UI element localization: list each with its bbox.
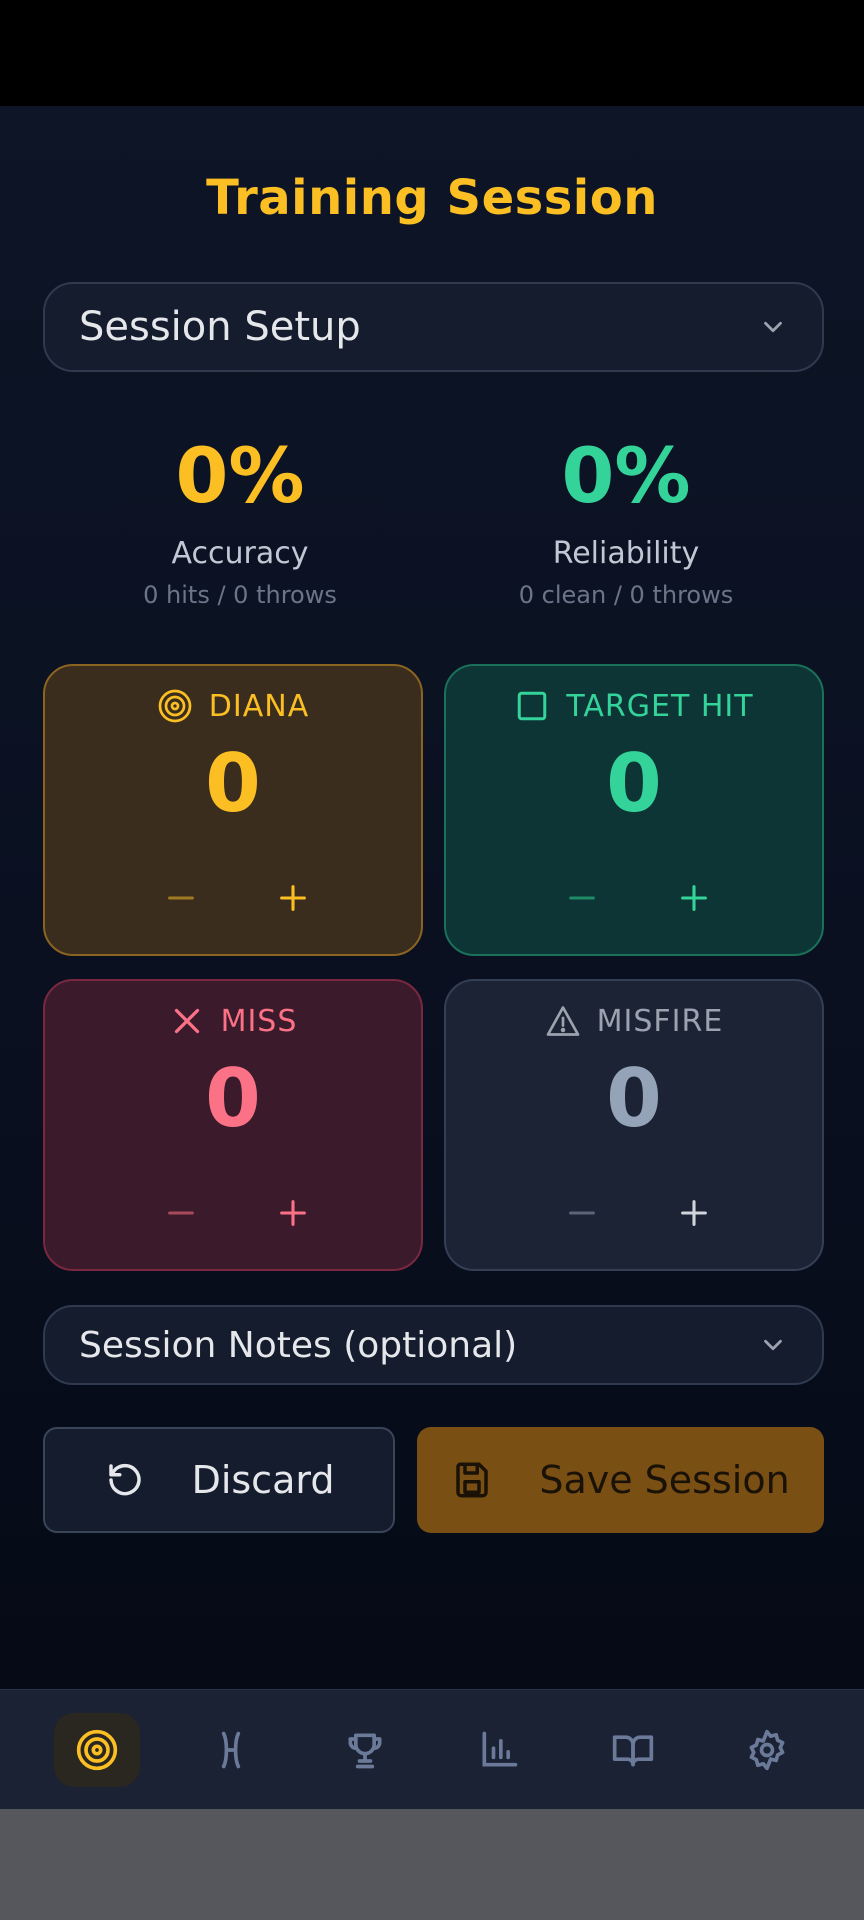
bullseye-icon — [76, 1729, 118, 1770]
bottom-navigation — [0, 1689, 864, 1809]
minus-icon — [569, 1211, 595, 1215]
target-hit-counter-card: TARGET HIT 0 — [444, 664, 824, 956]
plus-icon — [280, 1200, 306, 1226]
session-notes-label: Session Notes (optional) — [79, 1324, 518, 1366]
miss-label: MISS — [220, 1003, 298, 1039]
misfire-count: 0 — [606, 1052, 662, 1145]
status-bar — [0, 0, 864, 106]
nav-guide[interactable] — [590, 1713, 676, 1787]
reliability-label: Reliability — [552, 536, 700, 571]
minus-icon — [569, 896, 595, 900]
square-icon — [518, 691, 547, 721]
plus-icon — [280, 885, 306, 911]
session-setup-accordion[interactable]: Session Setup — [43, 282, 824, 372]
diana-count: 0 — [205, 737, 261, 830]
misfire-counter-card: MISFIRE 0 — [444, 979, 824, 1271]
session-notes-accordion[interactable]: Session Notes (optional) — [43, 1305, 824, 1385]
target-hit-decrement-button[interactable] — [552, 868, 612, 928]
diana-increment-button[interactable] — [263, 868, 323, 928]
miss-decrement-button[interactable] — [151, 1183, 211, 1243]
x-icon — [174, 1008, 199, 1034]
diana-label: DIANA — [208, 688, 310, 724]
save-session-button[interactable]: Save Session — [417, 1427, 824, 1533]
discard-label: Discard — [191, 1458, 335, 1502]
miss-count: 0 — [205, 1052, 261, 1145]
misfire-label: MISFIRE — [596, 1003, 724, 1039]
warning-icon — [546, 1006, 580, 1036]
diana-counter-card: DIANA 0 — [43, 664, 423, 956]
plus-icon — [681, 885, 707, 911]
diana-header: DIANA — [45, 688, 421, 724]
discard-button[interactable]: Discard — [43, 1427, 395, 1533]
system-gesture-area — [0, 1809, 864, 1920]
accuracy-stat: 0% Accuracy 0 hits / 0 throws — [40, 431, 440, 610]
book-icon — [612, 1734, 654, 1766]
accuracy-label: Accuracy — [171, 536, 309, 571]
reliability-detail: 0 clean / 0 throws — [518, 581, 734, 609]
misfire-decrement-button[interactable] — [552, 1183, 612, 1243]
plus-icon — [681, 1200, 707, 1226]
nav-achievements[interactable] — [322, 1713, 408, 1787]
minus-icon — [168, 1211, 194, 1215]
misfire-header: MISFIRE — [446, 1003, 822, 1039]
gear-icon — [749, 1729, 785, 1770]
nav-stats[interactable] — [456, 1713, 542, 1787]
bar-chart-icon — [482, 1731, 518, 1766]
save-session-label: Save Session — [539, 1458, 790, 1502]
accuracy-detail: 0 hits / 0 throws — [143, 581, 337, 609]
stand-icon — [221, 1731, 241, 1768]
page-title: Training Session — [206, 170, 658, 226]
session-setup-label: Session Setup — [79, 304, 361, 350]
target-hit-count: 0 — [606, 737, 662, 830]
accuracy-value: 0% — [175, 431, 305, 520]
undo-icon — [108, 1463, 141, 1496]
nav-settings[interactable] — [724, 1713, 810, 1787]
chevron-down-icon — [764, 321, 782, 333]
nav-training[interactable] — [54, 1712, 140, 1787]
miss-increment-button[interactable] — [263, 1183, 323, 1243]
miss-counter-card: MISS 0 — [43, 979, 423, 1271]
diana-decrement-button[interactable] — [151, 868, 211, 928]
chevron-down-icon — [764, 1339, 782, 1351]
minus-icon — [168, 896, 194, 900]
target-hit-header: TARGET HIT — [446, 688, 822, 724]
miss-header: MISS — [45, 1003, 421, 1039]
target-hit-increment-button[interactable] — [664, 868, 724, 928]
misfire-increment-button[interactable] — [664, 1183, 724, 1243]
target-hit-label: TARGET HIT — [566, 688, 754, 724]
trophy-icon — [348, 1733, 382, 1768]
floppy-disk-icon — [456, 1462, 489, 1498]
reliability-stat: 0% Reliability 0 clean / 0 throws — [426, 431, 826, 610]
nav-equipment[interactable] — [188, 1713, 274, 1787]
reliability-value: 0% — [561, 431, 691, 520]
bullseye-icon — [158, 689, 192, 723]
